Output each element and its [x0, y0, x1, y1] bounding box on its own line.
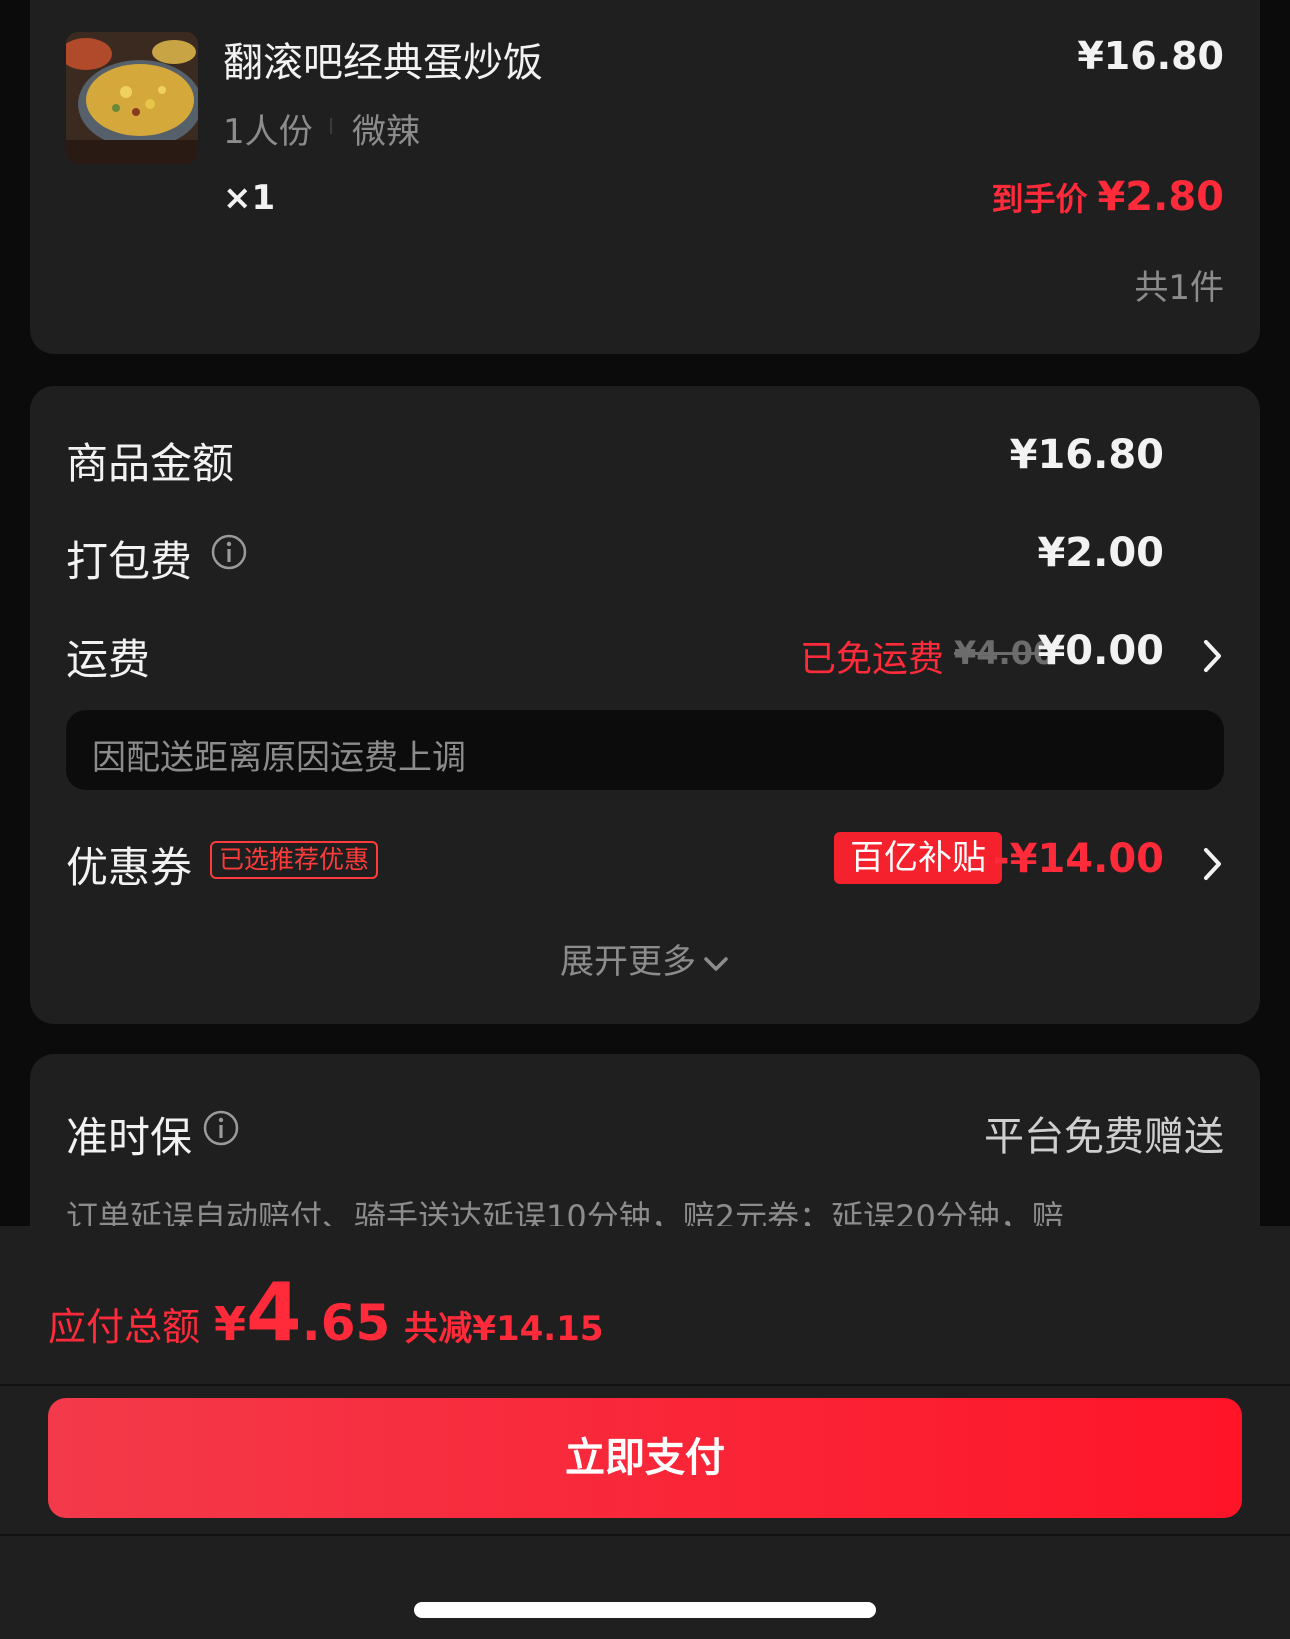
coupon-recommended-badge: 已选推荐优惠: [210, 841, 379, 879]
divider: [0, 1534, 1290, 1536]
product-quantity: ×1: [223, 178, 276, 218]
total-amount: 应付总额 ¥4.65 共减¥14.15: [48, 1266, 603, 1359]
divider: [0, 1384, 1290, 1386]
ontime-label: 准时保: [66, 1113, 193, 1162]
pay-now-button[interactable]: 立即支付: [48, 1398, 1242, 1518]
final-price: 到手价 ¥2.80: [991, 174, 1224, 220]
final-price-amount: ¥2.80: [1097, 174, 1224, 220]
goods-amount-label: 商品金额: [66, 439, 235, 488]
info-icon[interactable]: [210, 533, 248, 571]
total-currency: ¥: [214, 1297, 247, 1351]
total-label: 应付总额: [48, 1305, 201, 1349]
total-integer: 4: [246, 1266, 302, 1359]
product-image[interactable]: [66, 32, 198, 164]
total-decimal: .65: [301, 1294, 391, 1352]
delivery-fee-label: 运费: [66, 635, 151, 684]
chevron-down-icon: [704, 956, 728, 971]
total-savings: 共减¥14.15: [404, 1309, 604, 1349]
order-confirm-page: 翻滚吧经典蛋炒饭 ¥16.80 1人份 微辣 ×1 到手价 ¥2.80 共1件 商…: [0, 0, 1290, 1639]
home-indicator[interactable]: [414, 1602, 876, 1618]
spec-separator: [330, 118, 332, 134]
delivery-note-box: 因配送距离原因运费上调: [66, 710, 1224, 790]
packing-fee-label: 打包费: [66, 537, 193, 586]
product-name: 翻滚吧经典蛋炒饭: [223, 40, 543, 86]
product-price: ¥16.80: [1077, 34, 1224, 78]
info-icon[interactable]: [202, 1109, 240, 1147]
coupon-label: 优惠券: [66, 843, 193, 892]
fee-card: 商品金额 ¥16.80 打包费 ¥2.00 运费 已免运费 ¥4.00 ¥0.0…: [30, 386, 1260, 1024]
goods-amount-value: ¥16.80: [1009, 432, 1164, 478]
expand-more-button[interactable]: 展开更多: [30, 934, 1260, 983]
delivery-note: 因配送距离原因运费上调: [92, 738, 466, 778]
subsidy-tag: 百亿补贴: [834, 832, 1002, 884]
packing-fee-value: ¥2.00: [1037, 530, 1164, 576]
product-card: 翻滚吧经典蛋炒饭 ¥16.80 1人份 微辣 ×1 到手价 ¥2.80 共1件: [30, 0, 1260, 354]
chevron-right-icon[interactable]: [1202, 846, 1224, 882]
item-count: 共1件: [1134, 268, 1224, 308]
spec-spice: 微辣: [352, 112, 420, 152]
free-delivery-tag: 已免运费: [800, 639, 945, 680]
expand-more-label: 展开更多: [560, 942, 696, 982]
ontime-free-gift: 平台免费赠送: [984, 1114, 1224, 1160]
final-price-label: 到手价: [991, 180, 1088, 218]
coupon-discount-value[interactable]: -¥14.00: [993, 836, 1164, 882]
checkout-bar: 应付总额 ¥4.65 共减¥14.15 立即支付: [0, 1226, 1290, 1639]
spec-portion: 1人份: [223, 112, 313, 152]
chevron-right-icon[interactable]: [1202, 638, 1224, 674]
delivery-fee-value[interactable]: ¥0.00: [1037, 628, 1164, 674]
